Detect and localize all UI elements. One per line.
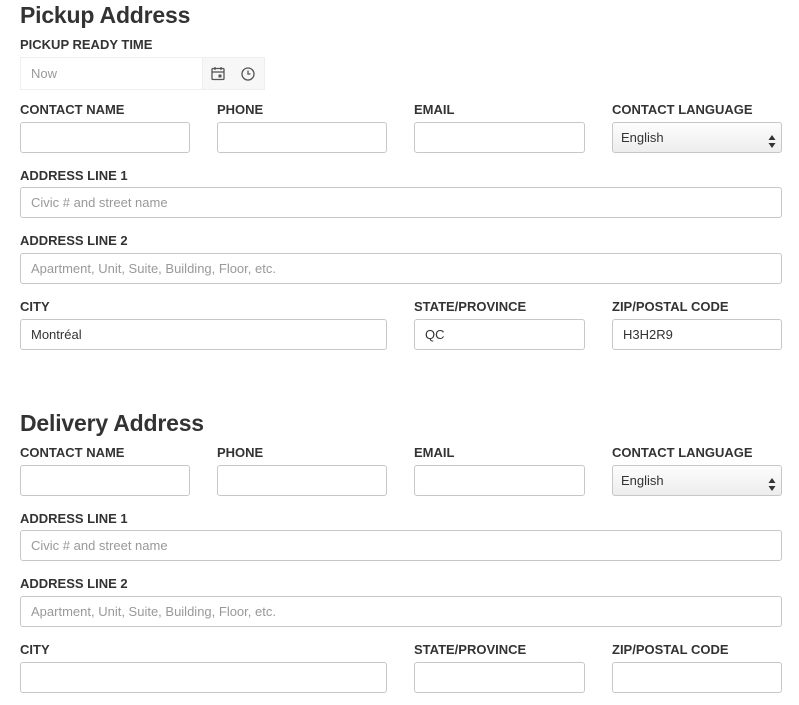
pickup-city-label: CITY <box>20 299 50 314</box>
delivery-contact-name-label: CONTACT NAME <box>20 445 125 460</box>
pickup-phone-label: PHONE <box>217 102 264 117</box>
delivery-contact-language-select[interactable]: English <box>612 465 782 496</box>
pickup-address2-input[interactable] <box>20 253 782 284</box>
pickup-title: Pickup Address <box>20 2 191 28</box>
pickup-state-label: STATE/PROVINCE <box>414 299 527 314</box>
delivery-city-input[interactable] <box>20 662 387 693</box>
calendar-icon[interactable] <box>209 65 227 83</box>
pickup-state-input[interactable] <box>414 319 585 350</box>
delivery-state-label: STATE/PROVINCE <box>414 642 527 657</box>
delivery-contact-language-value: English <box>621 473 664 488</box>
delivery-contact-language-label: CONTACT LANGUAGE <box>612 445 753 460</box>
pickup-city-input[interactable] <box>20 319 387 350</box>
delivery-title: Delivery Address <box>20 410 204 436</box>
pickup-email-input[interactable] <box>414 122 585 153</box>
delivery-contact-name-input[interactable] <box>20 465 190 496</box>
pickup-address1-label: ADDRESS LINE 1 <box>20 168 128 183</box>
select-arrows-icon <box>768 130 776 148</box>
pickup-email-label: EMAIL <box>414 102 455 117</box>
delivery-address2-label: ADDRESS LINE 2 <box>20 576 128 591</box>
pickup-contact-language-select[interactable]: English <box>612 122 782 153</box>
pickup-address1-input[interactable] <box>20 187 782 218</box>
clock-icon[interactable] <box>239 65 257 83</box>
pickup-contact-language-label: CONTACT LANGUAGE <box>612 102 753 117</box>
delivery-address1-label: ADDRESS LINE 1 <box>20 511 128 526</box>
delivery-email-input[interactable] <box>414 465 585 496</box>
delivery-email-label: EMAIL <box>414 445 455 460</box>
delivery-zip-label: ZIP/POSTAL CODE <box>612 642 729 657</box>
pickup-ready-time-input[interactable]: Now <box>21 58 203 89</box>
delivery-address1-input[interactable] <box>20 530 782 561</box>
delivery-phone-label: PHONE <box>217 445 264 460</box>
pickup-contact-name-input[interactable] <box>20 122 190 153</box>
pickup-contact-name-label: CONTACT NAME <box>20 102 125 117</box>
pickup-zip-label: ZIP/POSTAL CODE <box>612 299 729 314</box>
delivery-zip-input[interactable] <box>612 662 782 693</box>
delivery-phone-input[interactable] <box>217 465 387 496</box>
delivery-address2-input[interactable] <box>20 596 782 627</box>
delivery-state-input[interactable] <box>414 662 585 693</box>
pickup-ready-time-picker: Now <box>20 57 265 90</box>
pickup-address2-label: ADDRESS LINE 2 <box>20 233 128 248</box>
pickup-ready-time-label: PICKUP READY TIME <box>20 37 153 52</box>
pickup-zip-input[interactable] <box>612 319 782 350</box>
select-arrows-icon <box>768 473 776 491</box>
delivery-city-label: CITY <box>20 642 50 657</box>
pickup-contact-language-value: English <box>621 130 664 145</box>
pickup-ready-time-placeholder: Now <box>31 66 58 81</box>
pickup-phone-input[interactable] <box>217 122 387 153</box>
